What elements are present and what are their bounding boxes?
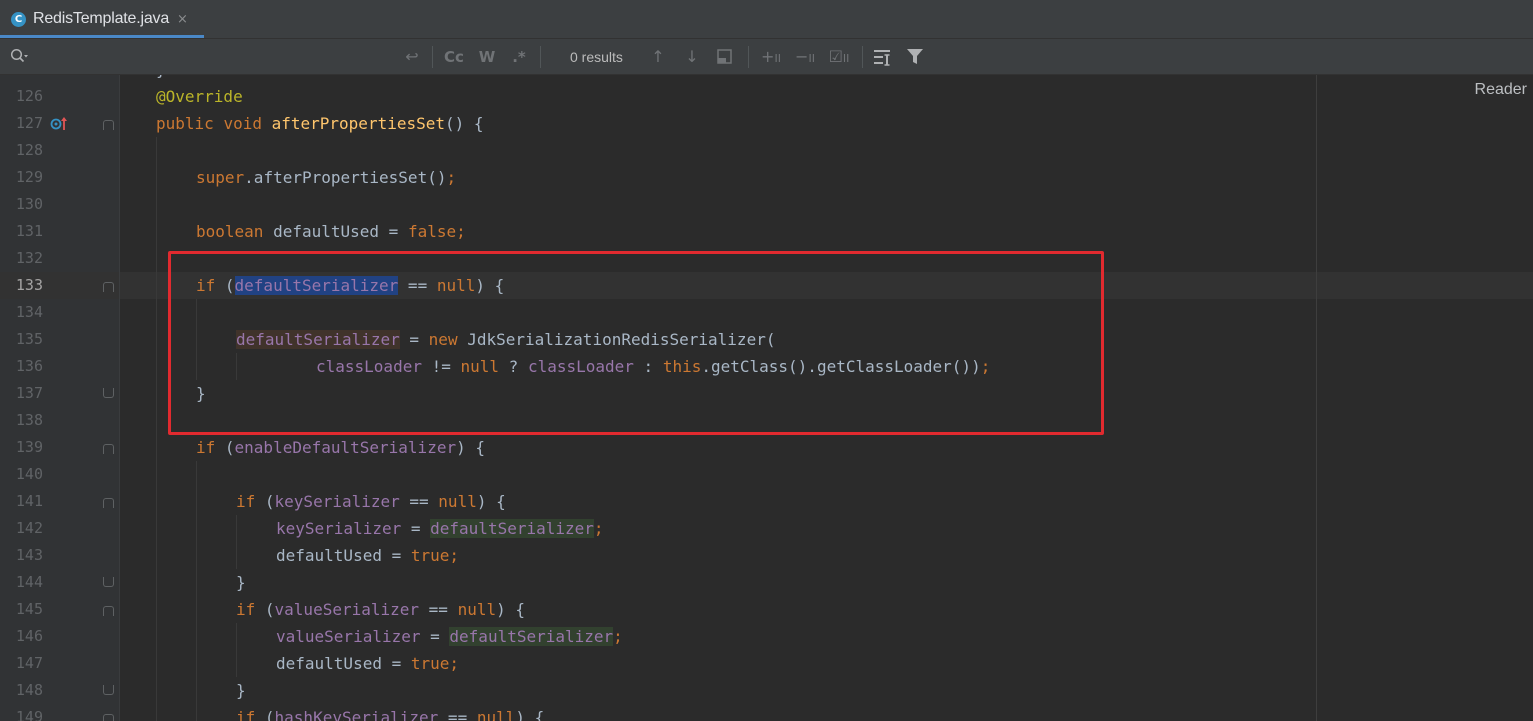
find-bar: ↩ Cc W .* 0 results ↑ ↓ +II −II ☑II bbox=[0, 39, 1533, 75]
tab-redistemplate-java[interactable]: C RedisTemplate.java × bbox=[0, 0, 204, 38]
code-line: 143 defaultUsed = true; bbox=[15, 546, 460, 565]
separator bbox=[432, 46, 433, 68]
add-selection-icon[interactable]: +II bbox=[758, 47, 784, 67]
code-line: 139 if (enableDefaultSerializer) { bbox=[15, 438, 485, 457]
fold-icon[interactable] bbox=[103, 388, 114, 398]
code-line: 141 if (keySerializer == null) { bbox=[15, 492, 506, 511]
annotation-highlight-box bbox=[168, 251, 1104, 435]
separator bbox=[540, 46, 541, 68]
editor-tab-bar: C RedisTemplate.java × bbox=[0, 0, 1533, 39]
prev-occurrence-icon[interactable]: ↑ bbox=[648, 47, 668, 67]
search-icon[interactable] bbox=[10, 48, 28, 64]
fold-icon[interactable] bbox=[103, 444, 114, 454]
match-case-icon[interactable]: Cc bbox=[442, 47, 466, 67]
code-line: 146 valueSerializer = defaultSerializer; bbox=[15, 627, 623, 646]
fold-icon[interactable] bbox=[103, 282, 114, 292]
vertical-scrollbar[interactable] bbox=[1524, 75, 1533, 721]
code-line: 142 keySerializer = defaultSerializer; bbox=[15, 519, 604, 538]
tab-label: RedisTemplate.java bbox=[33, 10, 170, 27]
code-line: } bbox=[0, 75, 1533, 83]
select-all-icon[interactable]: ☑II bbox=[826, 47, 852, 67]
code-line: 140 bbox=[15, 465, 43, 483]
fold-icon[interactable] bbox=[103, 714, 114, 721]
newline-icon[interactable]: ↩ bbox=[402, 47, 422, 67]
fold-icon[interactable] bbox=[103, 606, 114, 616]
code-line: 128 bbox=[15, 141, 43, 159]
open-in-window-icon[interactable] bbox=[716, 48, 734, 66]
filter-lines-icon[interactable] bbox=[872, 48, 892, 66]
search-input[interactable] bbox=[34, 45, 398, 69]
reader-mode-toggle[interactable]: Reader bbox=[1475, 81, 1527, 99]
code-line: 149 if (hashKeySerializer == null) { bbox=[0, 704, 1533, 721]
regex-icon[interactable]: .* bbox=[508, 47, 530, 67]
override-method-icon[interactable] bbox=[50, 116, 68, 131]
code-line: 130 bbox=[15, 195, 43, 213]
next-occurrence-icon[interactable]: ↓ bbox=[682, 47, 702, 67]
close-icon[interactable]: × bbox=[177, 12, 188, 27]
code-line: 144 } bbox=[15, 573, 246, 592]
fold-icon[interactable] bbox=[103, 120, 114, 130]
separator bbox=[748, 46, 749, 68]
code-line: 147 defaultUsed = true; bbox=[15, 654, 460, 673]
code-line: 131 boolean defaultUsed = false; bbox=[15, 222, 466, 241]
filter-icon[interactable] bbox=[906, 48, 924, 66]
code-line: 145 if (valueSerializer == null) { bbox=[15, 600, 525, 619]
java-class-icon: C bbox=[11, 11, 26, 27]
code-editor[interactable]: } 126 @Override 127 public void afterPro… bbox=[0, 75, 1533, 721]
search-results-count: 0 results bbox=[570, 49, 623, 65]
code-line: 126 @Override bbox=[15, 87, 243, 106]
whole-word-icon[interactable]: W bbox=[476, 47, 498, 67]
active-tab-indicator bbox=[0, 35, 204, 38]
code-line: 129 super.afterPropertiesSet(); bbox=[15, 168, 457, 187]
code-line: 148 } bbox=[15, 681, 246, 700]
fold-icon[interactable] bbox=[103, 577, 114, 587]
separator bbox=[862, 46, 863, 68]
fold-icon[interactable] bbox=[103, 498, 114, 508]
fold-icon[interactable] bbox=[103, 685, 114, 695]
code-line: 127 public void afterPropertiesSet() { bbox=[15, 114, 484, 133]
remove-selection-icon[interactable]: −II bbox=[792, 47, 818, 67]
